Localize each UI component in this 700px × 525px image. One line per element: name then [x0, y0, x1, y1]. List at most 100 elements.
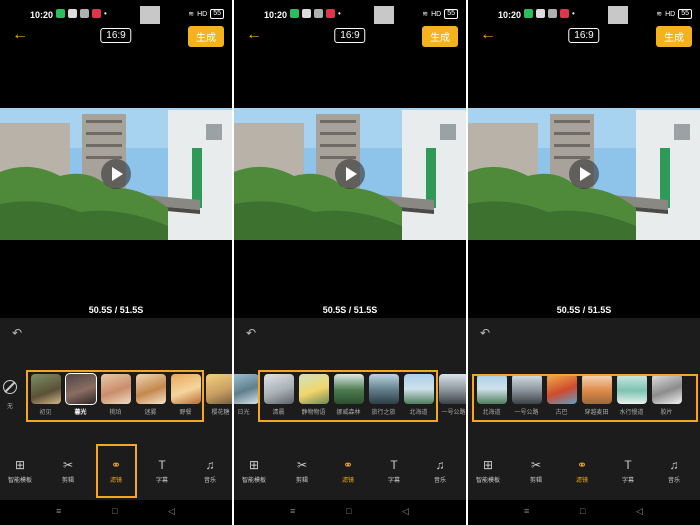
top-bar: ← 16:9 生成 [0, 26, 232, 48]
filter-item[interactable]: 桃珀 [100, 374, 131, 420]
back-nav-icon[interactable]: ◁ [636, 506, 643, 517]
filter-icon: ⚭ [576, 458, 588, 472]
aspect-ratio-button[interactable]: 16:9 [568, 28, 600, 43]
play-button[interactable] [335, 159, 365, 189]
top-bar: ← 16:9 生成 [468, 26, 700, 48]
video-preview[interactable] [0, 108, 232, 240]
back-nav-icon[interactable]: ◁ [168, 506, 175, 517]
redacted-block [608, 6, 628, 24]
notification-icons: • [290, 9, 341, 18]
filter-item[interactable]: 静物物语 [298, 374, 329, 420]
filter-item[interactable]: 迷雾 [135, 374, 166, 420]
app-icon [68, 9, 77, 18]
filter-item[interactable]: 水行慢道 [616, 374, 647, 420]
filter-label: 水行慢道 [619, 410, 644, 416]
aspect-ratio-button[interactable]: 16:9 [100, 28, 132, 43]
signal-indicators: ≋ HD 55 [422, 9, 458, 19]
filter-thumbnail [403, 374, 434, 404]
filter-item[interactable]: 一号公路 [511, 374, 542, 420]
play-button[interactable] [101, 159, 131, 189]
filter-label: 日光 [237, 410, 250, 416]
filter-label: 穿越麦田 [584, 410, 609, 416]
signal-indicators: ≋ HD 55 [656, 9, 692, 19]
filter-item[interactable]: 日光 [234, 374, 259, 420]
filter-label: 旅行之旅 [371, 410, 396, 416]
home-icon[interactable]: □ [112, 506, 117, 516]
filter-item[interactable]: 挪威森林 [333, 374, 364, 420]
filter-item[interactable]: 一号公路 [438, 374, 466, 420]
tab-label: 字幕 [621, 478, 634, 484]
menu-icon[interactable]: ≡ [524, 506, 529, 516]
play-button[interactable] [569, 159, 599, 189]
generate-button[interactable]: 生成 [188, 26, 224, 47]
back-nav-icon[interactable]: ◁ [402, 506, 409, 517]
status-time: 10:20 [498, 10, 522, 20]
arrow-left-icon[interactable]: ← [480, 26, 496, 44]
filter-item[interactable]: 野餐 [170, 374, 201, 420]
home-icon[interactable]: □ [346, 506, 351, 516]
filter-item[interactable]: 穿越麦田 [581, 374, 612, 420]
tab-filter[interactable]: ⚭ 滤镜 [328, 458, 368, 484]
filter-label: 清晨 [272, 410, 285, 416]
tab-edit[interactable]: ✂ 剪辑 [282, 458, 322, 484]
filter-label: 胶片 [660, 410, 673, 416]
filter-item[interactable]: 北海道 [476, 374, 507, 420]
system-nav-bar: ≡ □ ◁ [468, 500, 700, 525]
tab-edit[interactable]: ✂ 剪辑 [516, 458, 556, 484]
bottom-tab-bar: ⊞ 智能模板 ✂ 剪辑 ⚭ 滤镜 T 字幕 ♫ 音乐 [468, 458, 700, 488]
aspect-ratio-button[interactable]: 16:9 [334, 28, 366, 43]
tab-subtitle[interactable]: T 字幕 [608, 458, 648, 484]
tab-smart-template[interactable]: ⊞ 智能模板 [468, 458, 508, 484]
filter-item[interactable]: 清晨 [263, 374, 294, 420]
filter-item[interactable]: 初见 [30, 374, 61, 420]
generate-button[interactable]: 生成 [656, 26, 692, 47]
tab-music[interactable]: ♫ 音乐 [420, 458, 460, 484]
filter-none[interactable]: 无 [2, 380, 18, 410]
arrow-left-icon[interactable]: ← [246, 26, 262, 44]
undo-icon[interactable]: ↶ [12, 326, 22, 340]
playback-time: 50.5S / 51.5S [322, 305, 378, 315]
tab-edit[interactable]: ✂ 剪辑 [48, 458, 88, 484]
tab-filter[interactable]: ⚭ 滤镜 [562, 458, 602, 484]
tab-label: 智能模板 [7, 478, 32, 484]
editor-screen-3: 10:20 • ≋ HD 55 ← 16:9 生成 50.5S / 51.5S … [468, 0, 700, 525]
filter-item[interactable]: 樱花糖 [205, 374, 232, 420]
video-preview[interactable] [234, 108, 466, 240]
tab-smart-template[interactable]: ⊞ 智能模板 [0, 458, 40, 484]
filter-thumbnail [100, 374, 131, 404]
filter-label: 古巴 [555, 410, 568, 416]
tab-label: 剪辑 [295, 478, 308, 484]
video-preview[interactable] [468, 108, 700, 240]
undo-icon[interactable]: ↶ [246, 326, 256, 340]
filter-item[interactable]: 北海道 [403, 374, 434, 420]
tab-music[interactable]: ♫ 音乐 [190, 458, 230, 484]
filter-item[interactable]: 胶片 [651, 374, 682, 420]
tab-label: 音乐 [433, 478, 446, 484]
redacted-block [140, 6, 160, 24]
no-filter-icon [3, 380, 17, 394]
filter-label: 静物物语 [301, 410, 326, 416]
system-nav-bar: ≡ □ ◁ [234, 500, 466, 525]
filter-label: 樱花糖 [211, 410, 230, 416]
filter-item[interactable]: 古巴 [546, 374, 577, 420]
tab-subtitle[interactable]: T 字幕 [142, 458, 182, 484]
menu-icon[interactable]: ≡ [290, 506, 295, 516]
filter-label: 挪威森林 [336, 410, 361, 416]
menu-icon[interactable]: ≡ [56, 506, 61, 516]
filter-list: 初见 暮光 桃珀 迷雾 野餐 樱花糖 [30, 373, 232, 420]
status-bar: 10:20 • ≋ HD 55 [234, 6, 466, 24]
filter-list: 北海道 一号公路 古巴 穿越麦田 水行慢道 胶片 [476, 374, 682, 420]
tab-subtitle[interactable]: T 字幕 [374, 458, 414, 484]
generate-button[interactable]: 生成 [422, 26, 458, 47]
tab-music[interactable]: ♫ 音乐 [654, 458, 694, 484]
undo-icon[interactable]: ↶ [480, 326, 490, 340]
tab-smart-template[interactable]: ⊞ 智能模板 [234, 458, 274, 484]
dot-icon: • [104, 9, 107, 18]
filter-label: 桃珀 [109, 410, 122, 416]
filter-thumbnail [368, 374, 399, 404]
filter-item-selected[interactable]: 暮光 [64, 373, 97, 420]
home-icon[interactable]: □ [580, 506, 585, 516]
filter-item[interactable]: 旅行之旅 [368, 374, 399, 420]
text-icon: T [624, 458, 632, 472]
arrow-left-icon[interactable]: ← [12, 26, 28, 44]
